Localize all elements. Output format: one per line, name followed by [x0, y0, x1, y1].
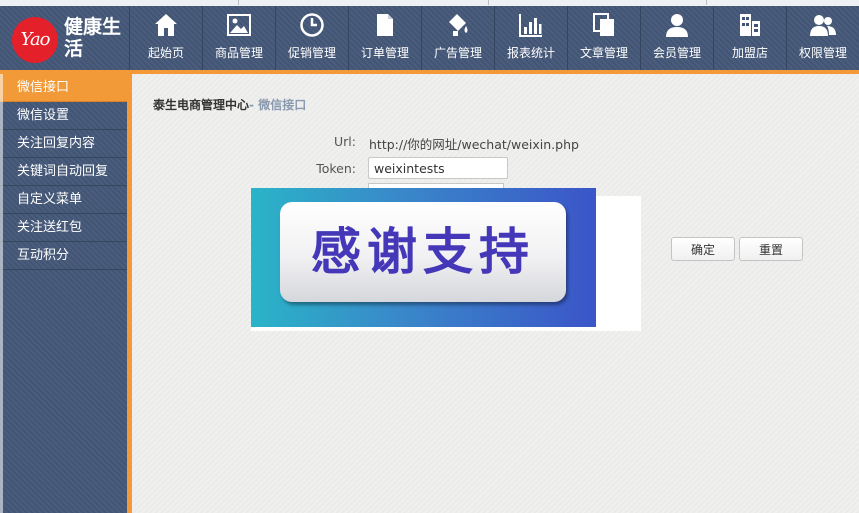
top-nav: 起始页 商品管理 促销管理 订单管理 广告管理 报表统计 文章管理 会员管理 加…	[129, 6, 859, 70]
sidebar-item-interactive-points[interactable]: 互动积分	[0, 242, 127, 270]
nav-item-orders[interactable]: 订单管理	[348, 6, 421, 70]
nav-item-label: 起始页	[147, 46, 184, 60]
image-icon	[227, 14, 251, 36]
nav-item-label: 订单管理	[360, 46, 409, 60]
brand-name: 健康生活	[64, 16, 122, 60]
brand-logo[interactable]: Yao 健康生活	[0, 6, 130, 70]
nav-item-home[interactable]: 起始页	[129, 6, 202, 70]
url-label: Url:	[334, 134, 356, 149]
confirm-button[interactable]: 确定	[671, 237, 735, 261]
home-icon	[155, 14, 177, 36]
thanks-card: 感谢支持	[280, 202, 566, 302]
copy-icon	[593, 13, 614, 36]
thanks-banner-image: 感谢支持	[251, 188, 596, 327]
nav-item-franchise[interactable]: 加盟店	[713, 6, 786, 70]
reset-button[interactable]: 重置	[739, 237, 803, 261]
main-content: 泰生电商管理中心- 微信接口 Url: http://你的网址/wechat/w…	[132, 74, 859, 513]
sidebar-item-follow-redpacket[interactable]: 关注送红包	[0, 214, 127, 242]
token-input[interactable]	[368, 157, 508, 179]
sidebar-item-custom-menu[interactable]: 自定义菜单	[0, 186, 127, 214]
building-icon	[740, 14, 760, 36]
breadcrumb-separator: -	[249, 98, 259, 112]
nav-item-promotions[interactable]: 促销管理	[275, 6, 348, 70]
sidebar: 微信接口 微信设置 关注回复内容 关键词自动回复 自定义菜单 关注送红包 互动积…	[0, 74, 127, 513]
nav-item-label: 文章管理	[579, 46, 628, 60]
sidebar-item-follow-reply[interactable]: 关注回复内容	[0, 130, 127, 158]
top-header: Yao 健康生活 起始页 商品管理 促销管理 订单管理 广告管理 报表统计 文章…	[0, 6, 859, 70]
url-value: http://你的网址/wechat/weixin.php	[369, 137, 579, 152]
nav-item-ads[interactable]: 广告管理	[421, 6, 494, 70]
users-icon	[810, 15, 836, 36]
user-icon	[666, 14, 688, 37]
breadcrumb-root: 泰生电商管理中心	[153, 98, 250, 112]
sidebar-item-wechat-settings[interactable]: 微信设置	[0, 102, 127, 130]
document-icon	[377, 14, 393, 36]
bar-chart-icon	[519, 14, 542, 37]
nav-item-label: 权限管理	[798, 46, 847, 60]
paint-bucket-icon	[449, 14, 468, 36]
nav-item-label: 报表统计	[506, 46, 555, 60]
thanks-text: 感谢支持	[311, 223, 535, 281]
strip-segment	[238, 0, 489, 5]
breadcrumb: 泰生电商管理中心- 微信接口	[153, 96, 306, 113]
sidebar-edge	[0, 74, 3, 513]
nav-item-members[interactable]: 会员管理	[640, 6, 713, 70]
clock-icon	[300, 13, 324, 37]
nav-item-label: 广告管理	[433, 46, 482, 60]
strip-segment	[488, 0, 707, 5]
sidebar-item-wechat-api[interactable]: 微信接口	[0, 74, 127, 102]
logo-mark: Yao	[12, 17, 58, 63]
nav-item-permissions[interactable]: 权限管理	[786, 6, 859, 70]
sidebar-item-keyword-reply[interactable]: 关键词自动回复	[0, 158, 127, 186]
nav-item-label: 促销管理	[287, 46, 336, 60]
token-label: Token:	[316, 161, 356, 176]
nav-item-articles[interactable]: 文章管理	[567, 6, 640, 70]
nav-item-reports[interactable]: 报表统计	[494, 6, 567, 70]
nav-item-label: 商品管理	[214, 46, 263, 60]
nav-item-products[interactable]: 商品管理	[202, 6, 275, 70]
nav-item-label: 加盟店	[731, 46, 768, 60]
strip-segment	[0, 0, 239, 5]
breadcrumb-current: 微信接口	[258, 98, 307, 112]
thanks-overlay: 感谢支持	[251, 188, 641, 331]
nav-item-label: 会员管理	[652, 46, 701, 60]
